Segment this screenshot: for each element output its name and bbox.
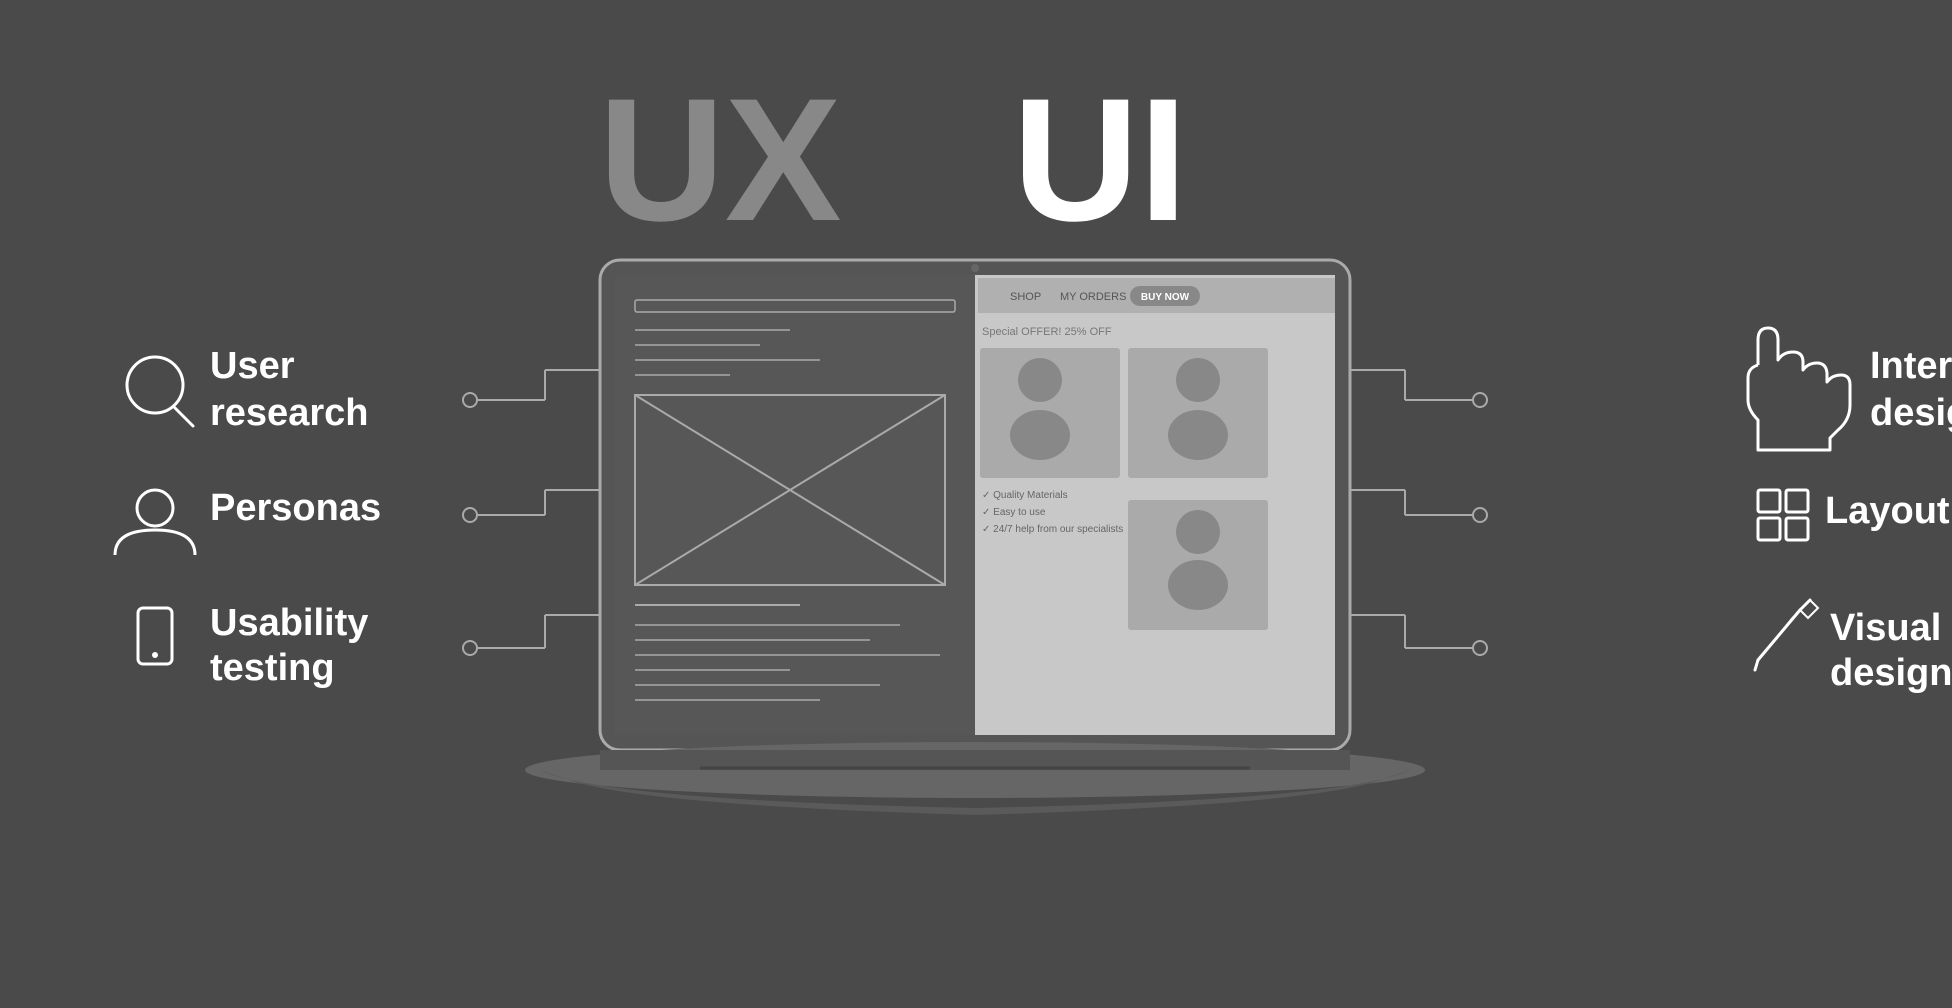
title-ux: UX — [598, 63, 841, 258]
user-research-label: User — [210, 345, 295, 387]
personas-label: Personas — [210, 487, 381, 529]
svg-text:design: design — [1870, 392, 1952, 434]
layout-label: Layout — [1825, 490, 1950, 532]
svg-text:SHOP: SHOP — [1010, 291, 1041, 303]
title-ui: UI — [1013, 63, 1188, 258]
visual-design-label: Visual — [1830, 607, 1941, 649]
svg-text:BUY NOW: BUY NOW — [1141, 292, 1190, 303]
svg-text:testing: testing — [210, 647, 335, 689]
main-container: UX UI — [0, 0, 1952, 1008]
svg-text:research: research — [210, 392, 368, 434]
svg-text:✓ 24/7 help from our specialis: ✓ 24/7 help from our specialists — [982, 524, 1123, 535]
svg-text:✓ Quality Materials: ✓ Quality Materials — [982, 490, 1068, 501]
svg-text:✓ Easy to use: ✓ Easy to use — [982, 507, 1046, 518]
svg-text:design: design — [1830, 652, 1952, 694]
svg-text:Special OFFER! 25% OFF: Special OFFER! 25% OFF — [982, 326, 1112, 338]
svg-text:MY ORDERS: MY ORDERS — [1060, 291, 1126, 303]
interaction-design-label: Interaction — [1870, 345, 1952, 387]
usability-testing-label: Usability — [210, 602, 368, 644]
